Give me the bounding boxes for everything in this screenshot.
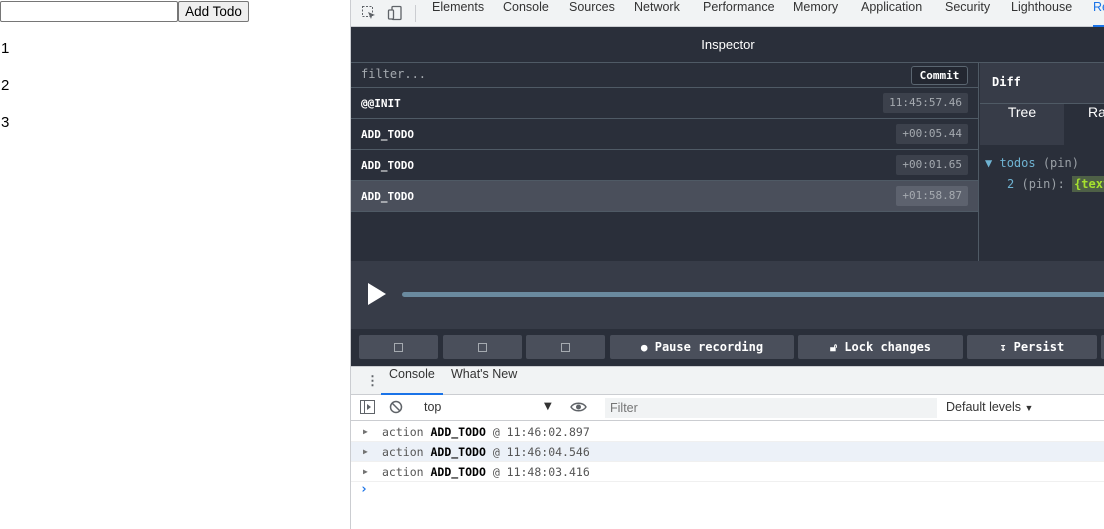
console-log-row[interactable]: ▶ action ADD_TODO @ 11:46:04.546	[351, 442, 1104, 462]
tab-redux[interactable]: Re	[1093, 0, 1104, 27]
expand-triangle-icon[interactable]: ▶	[363, 462, 368, 482]
todo-item: 1	[1, 40, 10, 57]
todo-item: 2	[1, 77, 10, 94]
app-page: Add Todo 1 2 3	[0, 0, 350, 529]
layout-right-icon	[478, 343, 487, 352]
devtools-tab-bar: Elements Console Sources Network Perform…	[351, 0, 1104, 27]
tree-key: todos	[999, 156, 1036, 170]
drawer-tab-console[interactable]: Console	[381, 367, 443, 395]
expand-triangle-icon[interactable]: ▼	[985, 156, 992, 170]
tab-lighthouse[interactable]: Lighthouse	[1011, 0, 1072, 27]
action-name: @@INIT	[361, 97, 401, 110]
tab-console[interactable]: Console	[503, 0, 549, 27]
pause-circle-icon: ●	[640, 341, 648, 354]
redux-button-bar: ● Pause recording 🔓︎ Lock changes ↧ Pers…	[351, 329, 1104, 366]
console-filter-input[interactable]	[605, 398, 937, 418]
action-name: ADD_TODO	[361, 190, 414, 203]
tree-suffix: (pin)	[1042, 156, 1079, 170]
drawer-tab-whats-new[interactable]: What's New	[451, 367, 517, 395]
lock-changes-label: Lock changes	[844, 340, 932, 354]
pause-recording-label: Pause recording	[654, 340, 764, 354]
action-name: ADD_TODO	[361, 159, 414, 172]
tab-sources[interactable]: Sources	[569, 0, 615, 27]
console-log-row[interactable]: ▶ action ADD_TODO @ 11:48:03.416	[351, 462, 1104, 482]
inspector-title: Inspector	[351, 27, 1104, 63]
diff-label[interactable]: Diff	[992, 75, 1021, 89]
action-time: 11:45:57.46	[883, 93, 968, 113]
action-filter-row: filter... Commit	[351, 63, 979, 88]
timeline-slider[interactable]	[402, 292, 1104, 297]
action-list: filter... Commit @@INIT 11:45:57.46 ADD_…	[351, 63, 979, 261]
diff-tabs: Tree Ra	[980, 104, 1104, 145]
layout-bottom-icon	[561, 343, 570, 352]
context-selector[interactable]: top	[424, 400, 441, 414]
diff-header: Diff	[980, 63, 1104, 104]
tree-suffix: (pin):	[1021, 177, 1065, 191]
tab-memory[interactable]: Memory	[793, 0, 838, 27]
tab-elements[interactable]: Elements	[432, 0, 484, 27]
action-time: +01:58.87	[896, 186, 968, 206]
toolbar-divider	[415, 5, 416, 22]
action-filter-input[interactable]: filter...	[361, 67, 426, 81]
diff-pane: Diff Tree Ra ▼ todos (pin) 2 (pin): {tex…	[980, 63, 1104, 261]
pin-icon: ↧	[999, 341, 1007, 354]
console-log-row[interactable]: ▶ action ADD_TODO @ 11:46:02.897	[351, 422, 1104, 442]
log-message: action ADD_TODO @ 11:46:04.546	[382, 445, 590, 459]
monitor-layout-button[interactable]	[359, 335, 438, 359]
added-value: {text:	[1072, 176, 1104, 192]
expand-triangle-icon[interactable]: ▶	[363, 422, 368, 442]
tab-network[interactable]: Network	[634, 0, 680, 27]
action-row[interactable]: ADD_TODO +00:05.44	[351, 119, 978, 150]
action-name: ADD_TODO	[361, 128, 414, 141]
expand-triangle-icon[interactable]: ▶	[363, 442, 368, 462]
device-toolbar-icon[interactable]	[387, 5, 403, 21]
chevron-down-icon[interactable]: ▼	[544, 401, 552, 412]
sidebar-toggle-icon[interactable]	[360, 400, 375, 418]
tree-node-item[interactable]: 2 (pin): {text:	[1007, 176, 1104, 192]
add-todo-button[interactable]: Add Todo	[178, 1, 249, 22]
action-time: +00:01.65	[896, 155, 968, 175]
chevron-down-icon: ▼	[1024, 403, 1034, 413]
todo-input[interactable]	[0, 1, 178, 22]
lock-icon: 🔓︎	[829, 341, 838, 354]
tab-raw[interactable]: Ra	[1088, 104, 1104, 145]
log-message: action ADD_TODO @ 11:48:03.416	[382, 465, 590, 479]
drawer-tab-bar: ⋮ Console What's New	[351, 366, 1104, 395]
monitor-layout-button[interactable]	[443, 335, 522, 359]
tree-node-todos[interactable]: ▼ todos (pin)	[985, 156, 1079, 170]
tab-security[interactable]: Security	[945, 0, 990, 27]
commit-button[interactable]: Commit	[911, 66, 968, 85]
log-levels-label: Default levels	[946, 400, 1022, 414]
action-row[interactable]: @@INIT 11:45:57.46	[351, 88, 978, 119]
action-row-selected[interactable]: ADD_TODO +01:58.87	[351, 181, 978, 212]
log-levels-dropdown[interactable]: Default levels ▼	[946, 400, 1033, 414]
redux-devtools: Inspector filter... Commit @@INIT 11:45:…	[351, 27, 1104, 366]
kebab-menu-icon[interactable]: ⋮	[366, 373, 379, 389]
console-toolbar: top ▼ Default levels ▼	[351, 395, 1104, 421]
eye-icon[interactable]	[570, 400, 587, 418]
action-row[interactable]: ADD_TODO +00:01.65	[351, 150, 978, 181]
monitor-layout-button[interactable]	[526, 335, 605, 359]
persist-label: Persist	[1013, 340, 1065, 354]
tree-key: 2	[1007, 177, 1015, 191]
tab-tree[interactable]: Tree	[980, 104, 1064, 145]
slider-monitor	[351, 261, 1104, 329]
play-icon[interactable]	[368, 283, 386, 305]
console-prompt[interactable]: ›	[360, 482, 368, 497]
inspect-element-icon[interactable]	[361, 5, 377, 21]
lock-changes-button[interactable]: 🔓︎ Lock changes	[798, 335, 963, 359]
todo-item: 3	[1, 114, 10, 131]
layout-left-icon	[394, 343, 403, 352]
tab-application[interactable]: Application	[861, 0, 922, 27]
log-message: action ADD_TODO @ 11:46:02.897	[382, 425, 590, 439]
pause-recording-button[interactable]: ● Pause recording	[610, 335, 794, 359]
clear-console-icon[interactable]	[389, 400, 403, 418]
tab-performance[interactable]: Performance	[703, 0, 775, 27]
devtools-panel: Elements Console Sources Network Perform…	[350, 0, 1104, 529]
persist-button[interactable]: ↧ Persist	[967, 335, 1097, 359]
action-time: +00:05.44	[896, 124, 968, 144]
